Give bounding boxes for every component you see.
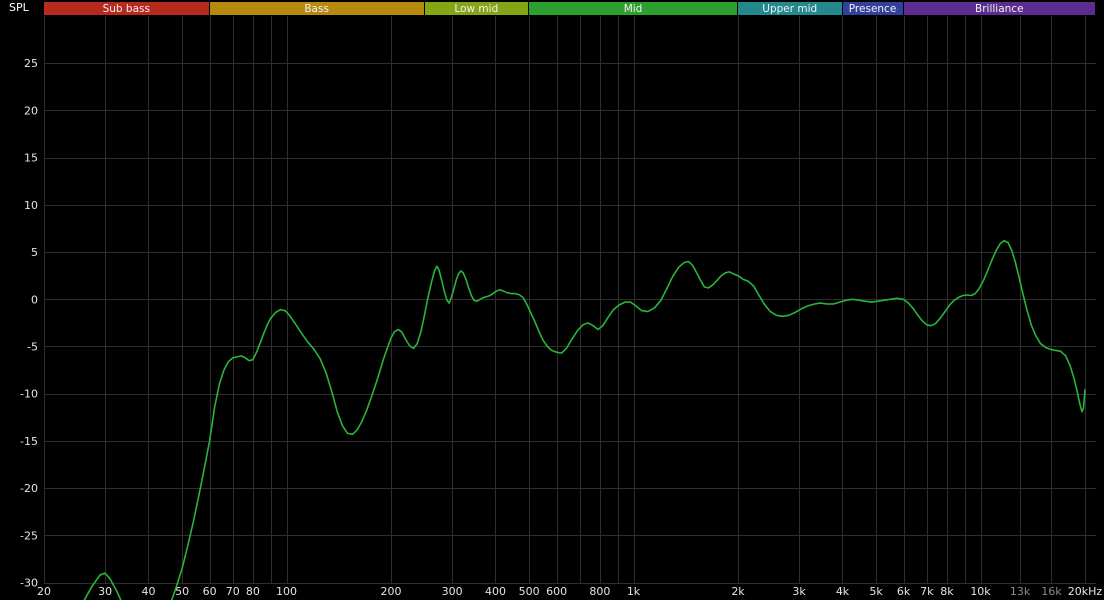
x-tick-label: 8k	[940, 585, 954, 598]
y-tick-label: -10	[20, 388, 38, 401]
x-tick-label: 1k	[627, 585, 641, 598]
y-tick-label: -5	[27, 341, 38, 354]
x-axis-labels: 20 30 40 50 60 70 80 100 200 300 400 500 600 800 1k 2k 3…	[37, 585, 1102, 598]
y-tick-label: -15	[20, 435, 38, 448]
x-tick-label: 20	[37, 585, 51, 598]
x-tick-label: 400	[485, 585, 506, 598]
x-tick-label: 13k	[1010, 585, 1031, 598]
x-tick-label: 3k	[792, 585, 806, 598]
y-tick-label: -30	[20, 577, 38, 590]
y-tick-label: 0	[31, 293, 38, 306]
x-tick-label: 10k	[970, 585, 991, 598]
gridlines	[44, 16, 1096, 584]
x-tick-label: 2k	[731, 585, 745, 598]
x-tick-label: 5k	[869, 585, 883, 598]
x-tick-label: 20kHz	[1068, 585, 1103, 598]
y-tick-label: 20	[24, 104, 38, 117]
y-tick-label: 15	[24, 152, 38, 165]
y-tick-label: 25	[24, 57, 38, 70]
x-tick-label: 4k	[836, 585, 850, 598]
response-plot: 20 30 40 50 60 70 80 100 200 300 400 500 600 800 1k 2k 3…	[20, 16, 1102, 600]
y-tick-label: 5	[31, 246, 38, 259]
x-tick-label: 50	[175, 585, 189, 598]
x-tick-label: 300	[442, 585, 463, 598]
y-tick-label: -25	[20, 529, 38, 542]
x-tick-label: 800	[589, 585, 610, 598]
y-tick-label: 10	[24, 199, 38, 212]
x-tick-label: 100	[276, 585, 297, 598]
y-tick-label: -20	[20, 482, 38, 495]
x-tick-label: 40	[142, 585, 156, 598]
y-axis-labels: 25 20 15 10 5 0 -5 -10 -15 -20 -25 -30	[20, 57, 38, 589]
x-tick-label: 6k	[897, 585, 911, 598]
x-tick-label: 600	[546, 585, 567, 598]
x-tick-label: 500	[519, 585, 540, 598]
x-tick-label: 80	[246, 585, 260, 598]
spl-frequency-response-chart: SPL Sub bass Bass Low mid Mid Upper mid Prese…	[0, 0, 1104, 600]
x-tick-label: 60	[203, 585, 217, 598]
x-tick-label: 70	[226, 585, 240, 598]
x-tick-label: 200	[381, 585, 402, 598]
x-tick-label: 7k	[920, 585, 934, 598]
x-tick-label: 30	[98, 585, 112, 598]
x-tick-label: 16k	[1041, 585, 1062, 598]
